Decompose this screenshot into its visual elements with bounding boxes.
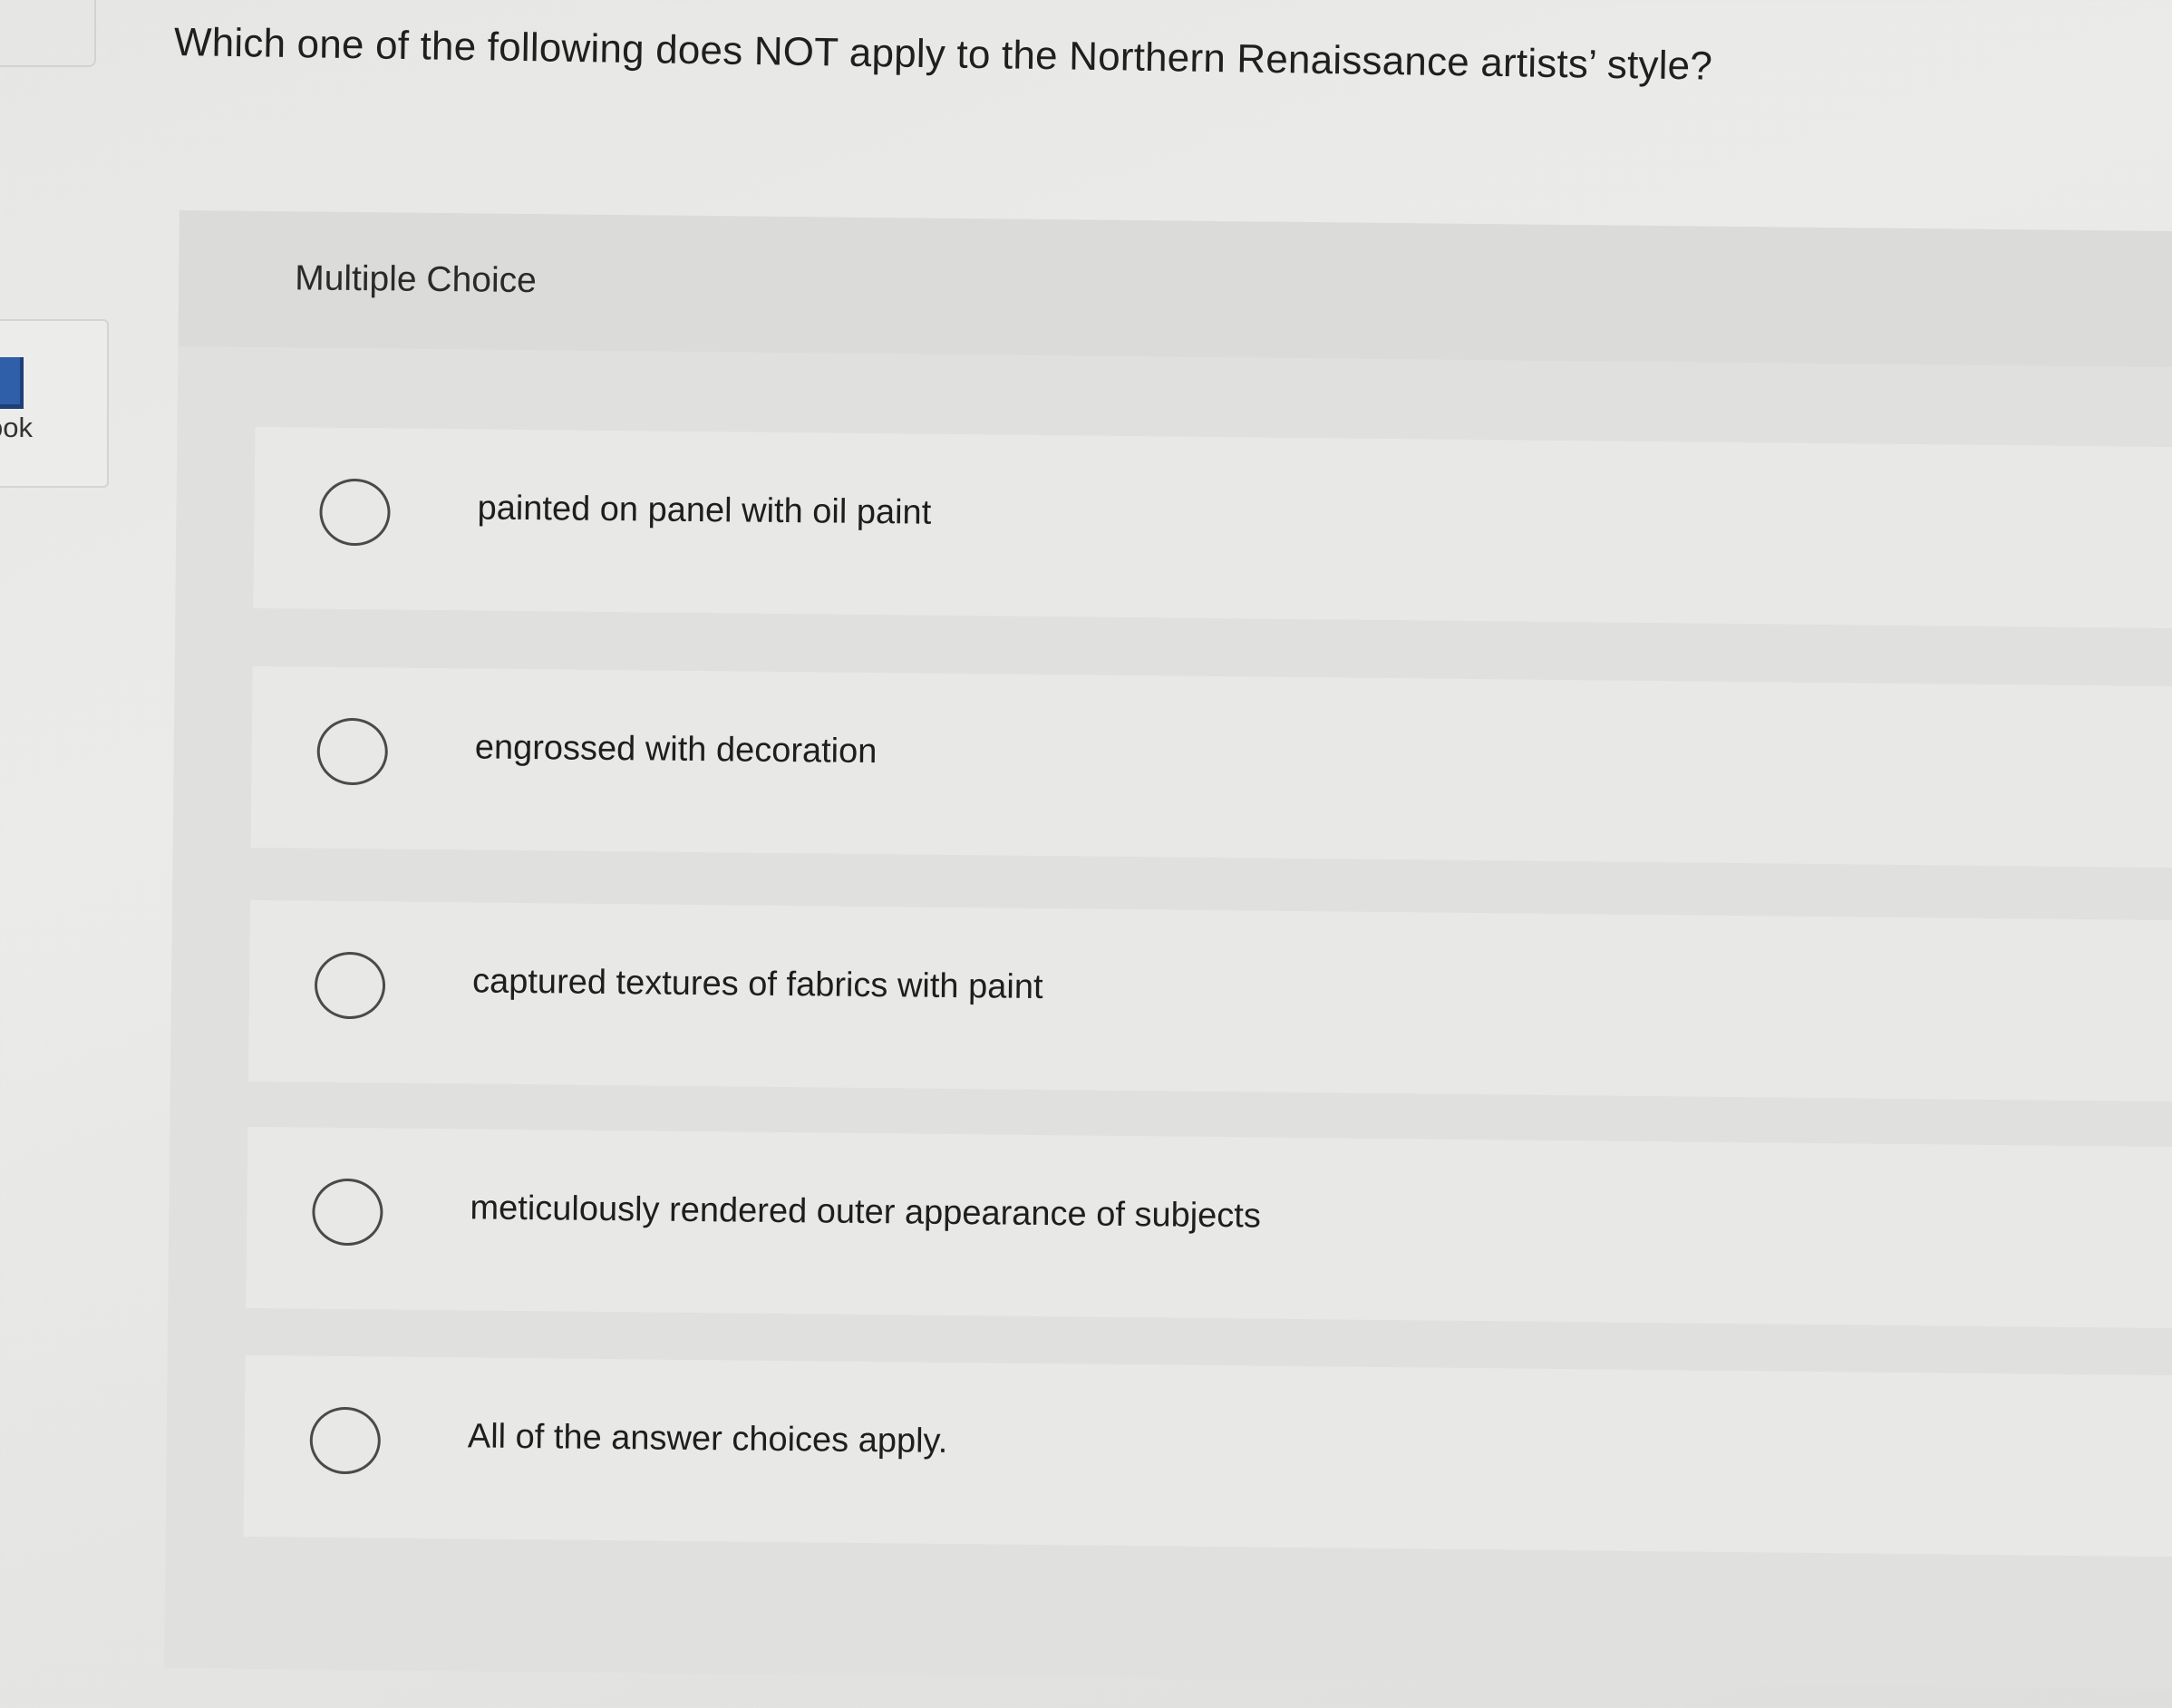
answer-option-label: meticulously rendered outer appearance o…	[470, 1189, 1262, 1236]
answer-option-1[interactable]: painted on panel with oil paint	[253, 426, 2172, 629]
multiple-choice-header: Multiple Choice	[178, 210, 2172, 368]
answer-option-label: captured textures of fabrics with paint	[471, 962, 1043, 1007]
book-icon	[0, 357, 24, 409]
ebook-label: ook	[0, 412, 33, 443]
answer-option-label: painted on panel with oil paint	[477, 489, 932, 532]
answer-option-4[interactable]: meticulously rendered outer appearance o…	[246, 1126, 2172, 1329]
answer-option-2[interactable]: engrossed with decoration	[250, 665, 2172, 869]
radio-button[interactable]	[312, 1178, 383, 1247]
question-prompt: Which one of the following does NOT appl…	[173, 20, 1713, 89]
radio-button[interactable]	[319, 478, 391, 547]
answer-option-label: All of the answer choices apply.	[467, 1417, 948, 1461]
radio-button[interactable]	[309, 1406, 382, 1475]
ebook-button[interactable]: ook	[0, 319, 109, 488]
multiple-choice-label: Multiple Choice	[294, 258, 538, 301]
radio-button[interactable]	[314, 951, 386, 1020]
answer-option-3[interactable]: captured textures of fabrics with paint	[247, 899, 2172, 1102]
radio-button[interactable]	[316, 717, 389, 786]
multiple-choice-panel: Multiple Choice painted on panel with oi…	[164, 210, 2172, 1690]
answer-option-5[interactable]: All of the answer choices apply.	[243, 1354, 2172, 1558]
previous-panel-edge	[0, 0, 96, 67]
answer-option-label: engrossed with decoration	[474, 728, 878, 772]
